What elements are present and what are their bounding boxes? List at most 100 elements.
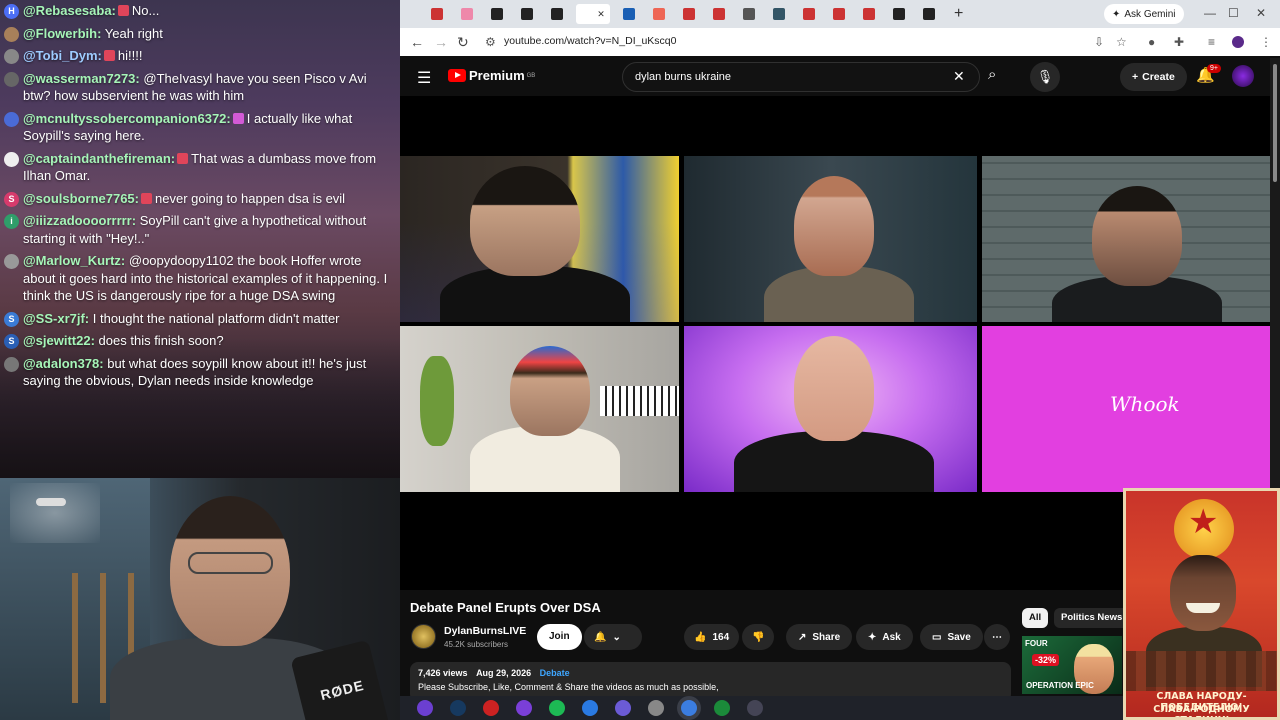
browser-tab[interactable] [738, 4, 760, 24]
taskbar-app-icon[interactable] [747, 700, 763, 716]
install-app-icon[interactable]: ⇩ [1094, 35, 1104, 49]
scrollbar-thumb[interactable] [1273, 64, 1277, 182]
browser-tab[interactable] [618, 4, 640, 24]
search-icon[interactable]: ⌕ [988, 66, 996, 83]
forward-icon[interactable]: → [434, 34, 448, 50]
chat-username: @soulsborne7765: [23, 190, 139, 206]
maximize-icon[interactable]: ☐ [1228, 6, 1239, 20]
panel-watermark: Whook [1110, 392, 1180, 416]
chat-message: S @soulsborne7765: never going to happen d… [4, 190, 394, 208]
tab-favicon-icon [713, 8, 725, 20]
member-badge-icon [103, 50, 115, 61]
join-button[interactable]: Join [537, 624, 582, 650]
browser-tab[interactable] [426, 4, 448, 24]
browser-tab[interactable] [768, 4, 790, 24]
channel-avatar[interactable] [411, 624, 436, 649]
taskbar-app-icon[interactable] [483, 700, 499, 716]
browser-tab[interactable] [456, 4, 478, 24]
taskbar-app-icon[interactable] [516, 700, 532, 716]
recommended-video-thumbnail[interactable]: FOUR -32% OPERATION EPIC [1022, 636, 1122, 694]
chat-message: i @iiizzadoooorrrrr: SoyPill can't give a… [4, 212, 394, 247]
taskbar-app-icon[interactable] [648, 700, 664, 716]
close-tab-icon[interactable]: ✕ [597, 9, 605, 20]
taskbar-app-icon[interactable] [549, 700, 565, 716]
browser-tab[interactable] [546, 4, 568, 24]
chat-avatar [4, 49, 19, 64]
ask-gemini-label: Ask Gemini [1124, 8, 1176, 20]
description-meta: 7,426 views Aug 29, 2026 Debate [418, 668, 570, 678]
chip-politics-news[interactable]: Politics News [1054, 608, 1130, 628]
ask-gemini-button[interactable]: ✦ Ask Gemini [1104, 4, 1184, 24]
chat-text: No... [131, 3, 160, 18]
browser-tab[interactable] [678, 4, 700, 24]
back-icon[interactable]: ← [410, 34, 424, 50]
sparkle-icon: ✦ [868, 631, 877, 643]
extensions-puzzle-icon[interactable]: ✚ [1174, 35, 1184, 49]
search-input[interactable]: dylan burns ukraine [635, 71, 731, 83]
menu-icon[interactable]: ☰ [417, 68, 431, 88]
lamp [36, 498, 66, 506]
account-avatar[interactable] [1232, 65, 1254, 87]
create-button[interactable]: + Create [1120, 63, 1187, 91]
chat-username: @adalon378: [23, 355, 104, 371]
taskbar-app-icon[interactable] [615, 700, 631, 716]
chat-text: does this finish soon? [98, 333, 224, 348]
subscribed-notifications-button[interactable]: 🔔 ⌄ [584, 624, 642, 650]
url-field[interactable]: youtube.com/watch?v=N_DI_uKscq0 [504, 35, 676, 47]
close-window-icon[interactable]: ✕ [1256, 6, 1266, 20]
bookmark-star-icon[interactable]: ☆ [1116, 35, 1127, 49]
chat-username: @Rebasesaba: [23, 3, 116, 18]
voice-search-icon[interactable]: 🎙 [1030, 62, 1060, 92]
logo-text: Premium [469, 68, 525, 83]
like-count: 164 [712, 631, 730, 643]
tab-favicon-icon [893, 8, 905, 20]
share-button[interactable]: ↗ Share [786, 624, 853, 650]
taskbar-app-icon[interactable] [582, 700, 598, 716]
view-count: 7,426 views [418, 668, 468, 678]
youtube-logo[interactable]: Premium GB [448, 68, 535, 83]
browser-tab[interactable] [828, 4, 850, 24]
category-tag[interactable]: Debate [540, 668, 570, 678]
save-button[interactable]: ▭ Save [920, 624, 983, 650]
panelist-head [794, 336, 874, 441]
propaganda-poster-overlay: ★ СЛАВА НАРОДУ-ПОБЕДИТЕЛЮ! СЛАВА РОДНОМУ… [1123, 488, 1280, 720]
profile-avatar[interactable] [1232, 36, 1244, 48]
gemini-icon: ✦ [1112, 8, 1121, 20]
dislike-button[interactable]: 👎 [742, 624, 775, 650]
browser-tab[interactable] [888, 4, 910, 24]
minimize-icon[interactable]: — [1204, 6, 1216, 20]
extension-icon[interactable]: ● [1148, 35, 1155, 49]
poster-slogan-line2: СЛАВА РОДНОМУ СТАЛИНУ! [1153, 704, 1250, 717]
reload-icon[interactable]: ↻ [457, 34, 469, 51]
ask-button[interactable]: ✦ Ask [856, 624, 913, 650]
rec-thumb-percent: -32% [1032, 654, 1060, 666]
browser-tab[interactable] [858, 4, 880, 24]
browser-tab[interactable] [516, 4, 538, 24]
browser-tab[interactable] [486, 4, 508, 24]
taskbar-app-icon[interactable] [714, 700, 730, 716]
taskbar-app-icon[interactable] [681, 700, 697, 716]
chat-username: @sjewitt22: [23, 333, 95, 348]
clear-search-icon[interactable]: ✕ [953, 68, 977, 85]
panelist-head [794, 176, 874, 276]
site-info-icon[interactable]: ⚙ [485, 35, 496, 49]
chat-message-body: @wasserman7273: @TheIvasyl have you seen… [23, 70, 394, 105]
new-tab-icon[interactable]: + [954, 5, 963, 23]
more-actions-button[interactable]: ⋯ [984, 624, 1010, 650]
chip-all[interactable]: All [1022, 608, 1049, 628]
taskbar-app-icon[interactable] [417, 700, 433, 716]
tab-active[interactable]: ✕ [576, 4, 610, 24]
browser-tab[interactable] [648, 4, 670, 24]
chat-message-body: @Rebasesaba: No... [23, 2, 394, 20]
media-controls-icon[interactable]: ≡ [1208, 35, 1215, 49]
search-box[interactable]: dylan burns ukraine ✕ [622, 62, 980, 92]
channel-name[interactable]: DylanBurnsLIVE [444, 625, 526, 637]
taskbar-app-icon[interactable] [450, 700, 466, 716]
browser-tab[interactable] [798, 4, 820, 24]
tab-favicon-icon [581, 8, 594, 20]
browser-tab[interactable] [708, 4, 730, 24]
chat-avatar: H [4, 4, 19, 19]
browser-menu-icon[interactable]: ⋮ [1260, 35, 1272, 49]
like-button[interactable]: 👍 164 [684, 624, 740, 650]
browser-tab[interactable] [918, 4, 940, 24]
